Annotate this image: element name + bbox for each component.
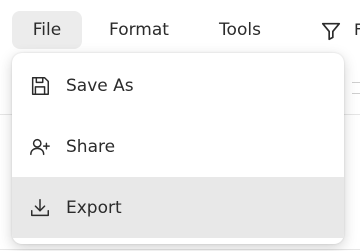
add-person-icon [28,135,52,159]
menubar: File Format Tools F [0,0,360,52]
background-cell-marks [352,82,360,94]
menu-item-save-as[interactable]: Save As [12,55,344,116]
app-window: File Format Tools F Save As Share Export [0,0,360,251]
filter-icon [321,22,341,41]
background-divider [0,249,360,250]
menu-tab-tools[interactable]: Tools [206,11,274,49]
menu-item-label: Share [66,136,116,157]
menu-tab-format[interactable]: Format [96,11,182,49]
file-dropdown-menu: Save As Share Export [12,53,344,244]
menu-item-label: Save As [66,75,134,96]
save-icon [28,74,52,98]
menu-tab-file[interactable]: File [12,11,82,49]
menu-item-share[interactable]: Share [12,116,344,177]
truncated-menu-label[interactable]: F [354,20,360,39]
menu-item-label: Export [66,197,122,218]
menu-item-export[interactable]: Export [12,177,344,238]
download-icon [28,196,52,220]
filter-button[interactable] [316,16,346,46]
